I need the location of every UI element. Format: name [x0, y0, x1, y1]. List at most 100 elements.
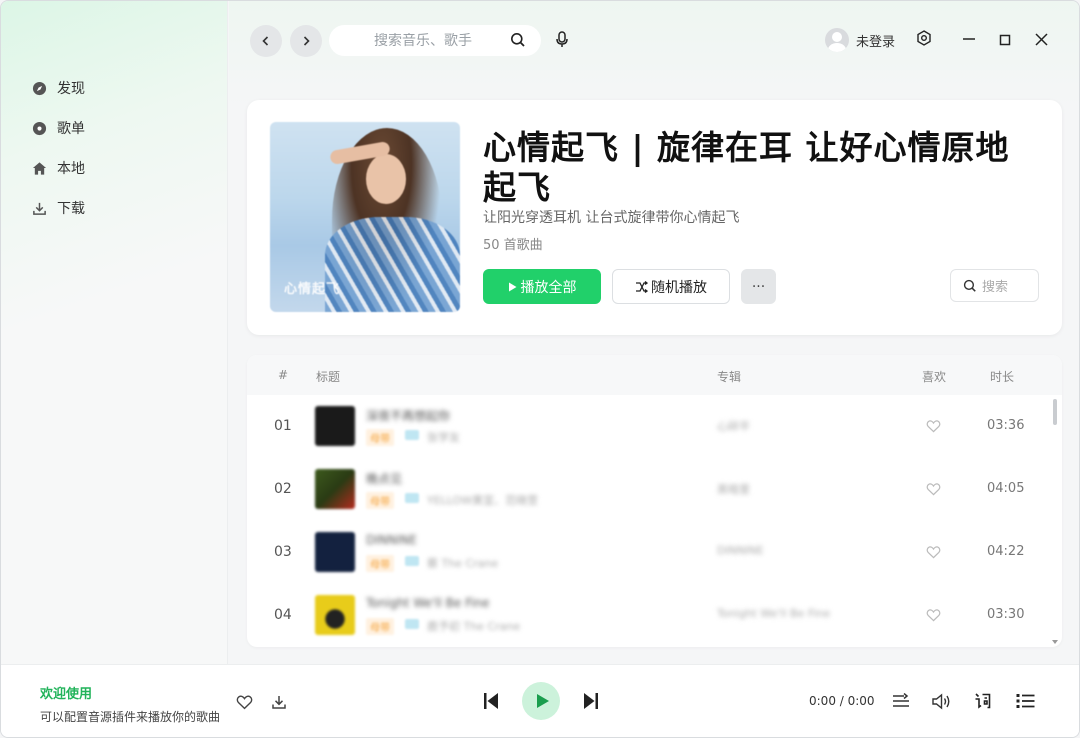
album-thumbnail [315, 406, 355, 446]
player-bar: 欢迎使用 可以配置音源插件来播放你的歌曲 0:00 / 0:00 [1, 664, 1079, 737]
playlist-description: 让阳光穿透耳机 让台式旋律带你心情起飞 [483, 210, 740, 226]
main-content: 未登录 [229, 1, 1079, 664]
heart-icon[interactable] [236, 694, 253, 710]
more-button[interactable]: ··· [741, 269, 776, 304]
play-icon [508, 282, 517, 292]
album-thumbnail [315, 532, 355, 572]
playlist-cover: 心情起飞 [270, 122, 460, 312]
playlist-header-card: 心情起飞 心情起飞 | 旋律在耳 让好心情原地起飞 让阳光穿透耳机 让台式旋律带… [247, 100, 1062, 335]
song-name: 深夜不再想起你 [366, 409, 451, 423]
song-album: 心碎平 [717, 420, 750, 433]
song-album: Tonight We'll Be Fine [717, 607, 831, 620]
play-all-button[interactable]: 播放全部 [483, 269, 601, 304]
lyrics-icon[interactable] [974, 692, 992, 710]
sidebar-item-label: 本地 [57, 161, 85, 177]
play-pause-button[interactable] [522, 682, 560, 720]
search-box [329, 25, 541, 56]
song-name: 晚点见 [366, 472, 403, 486]
download-icon [31, 200, 47, 216]
song-artist: 鹿予初 The Crane [427, 620, 521, 633]
song-name: Tonight We'll Be Fine [366, 596, 490, 610]
quality-badge: 母带 [366, 618, 394, 635]
playlist-search-button[interactable]: 搜索 [950, 269, 1039, 302]
sidebar-item-discover[interactable]: 发现 [31, 76, 85, 100]
close-icon [1034, 31, 1048, 50]
sidebar-item-label: 发现 [57, 81, 85, 97]
next-track-button[interactable] [583, 692, 599, 710]
search-icon[interactable] [510, 32, 526, 52]
song-duration: 04:05 [987, 481, 1025, 496]
settings-button[interactable] [915, 30, 933, 50]
song-duration: 03:36 [987, 418, 1025, 433]
download-icon[interactable] [271, 694, 287, 710]
close-button[interactable] [1032, 31, 1050, 49]
song-artist: 蔡 The Crane [427, 557, 499, 570]
chevron-right-icon [300, 32, 312, 51]
back-button[interactable] [250, 25, 282, 57]
scroll-down-icon[interactable] [1052, 640, 1058, 644]
search-input[interactable] [374, 32, 504, 49]
sidebar-item-label: 下载 [57, 201, 85, 217]
minimize-button[interactable] [960, 31, 978, 49]
chevron-left-icon [260, 32, 272, 51]
play-icon [536, 693, 550, 709]
play-mode-icon[interactable] [892, 693, 910, 709]
heart-icon[interactable] [926, 607, 941, 626]
welcome-hint: 可以配置音源插件来播放你的歌曲 [40, 710, 221, 724]
song-duration: 03:30 [987, 607, 1025, 622]
source-icon [405, 556, 419, 566]
home-icon [31, 160, 47, 176]
heart-icon[interactable] [926, 481, 941, 500]
sidebar-item-local[interactable]: 本地 [31, 156, 85, 180]
minimize-icon [962, 31, 976, 50]
table-row[interactable]: 03 DINNINE 母带 蔡 The Crane DINNINE 04:22 [247, 521, 1062, 584]
page-title: 心情起飞 | 旋律在耳 让好心情原地起飞 [483, 128, 1010, 207]
album-thumbnail [315, 595, 355, 635]
search-icon [963, 279, 977, 293]
song-artist: 张学友 [427, 431, 460, 444]
song-name: DINNINE [366, 533, 417, 547]
song-artist: YELLOW黄宣、范晓萱 [427, 494, 539, 507]
avatar [825, 28, 849, 52]
disc-icon [31, 120, 47, 136]
table-row[interactable]: 02 晚点见 母带 YELLOW黄宣、范晓萱 黑暗里 04:05 [247, 458, 1062, 521]
sidebar-item-downloads[interactable]: 下载 [31, 196, 85, 220]
app-window: 发现 歌单 本地 下载 搜索音乐、歌手 未登录 心情起飞 心情起飞 | 旋律在耳… [0, 0, 1080, 738]
scrollbar-thumb[interactable] [1053, 399, 1057, 425]
forward-button[interactable] [290, 25, 322, 57]
table-row[interactable]: 01 深夜不再想起你 母带 张学友 心碎平 03:36 [247, 395, 1062, 458]
volume-icon[interactable] [932, 693, 951, 710]
song-list: # 标题 专辑 喜欢 时长 01 深夜不再想起你 母带 张学友 心碎平 03:3… [247, 355, 1062, 647]
column-duration: 时长 [990, 370, 1015, 384]
previous-track-button[interactable] [483, 692, 499, 710]
playlist-queue-icon[interactable] [1016, 693, 1035, 709]
playback-time: 0:00 / 0:00 [809, 694, 875, 708]
microphone-icon[interactable] [555, 31, 569, 53]
cover-caption: 心情起飞 [284, 282, 341, 297]
gear-icon [916, 30, 932, 50]
song-duration: 04:22 [987, 544, 1025, 559]
shuffle-play-button[interactable]: 随机播放 [612, 269, 730, 304]
welcome-title: 欢迎使用 [40, 687, 93, 702]
quality-badge: 母带 [366, 429, 394, 446]
table-row[interactable]: 04 Tonight We'll Be Fine 母带 鹿予初 The Cran… [247, 584, 1062, 647]
song-album: DINNINE [717, 544, 764, 557]
login-label: 未登录 [856, 34, 896, 50]
sidebar-item-playlists[interactable]: 歌单 [31, 116, 85, 140]
sidebar-item-label: 歌单 [57, 121, 85, 137]
song-count: 50 首歌曲 [483, 238, 543, 253]
column-index: # [278, 368, 289, 382]
column-title: 标题 [316, 370, 341, 384]
maximize-button[interactable] [996, 31, 1014, 49]
quality-badge: 母带 [366, 492, 394, 509]
column-like: 喜欢 [922, 370, 947, 384]
compass-icon [31, 80, 47, 96]
heart-icon[interactable] [926, 544, 941, 563]
heart-icon[interactable] [926, 418, 941, 437]
source-icon [405, 619, 419, 629]
user-login[interactable]: 未登录 [825, 28, 895, 52]
sidebar: 发现 歌单 本地 下载 [1, 1, 228, 664]
shuffle-icon [635, 280, 648, 293]
column-album: 专辑 [717, 370, 742, 384]
song-list-header: # 标题 专辑 喜欢 时长 [247, 355, 1062, 395]
